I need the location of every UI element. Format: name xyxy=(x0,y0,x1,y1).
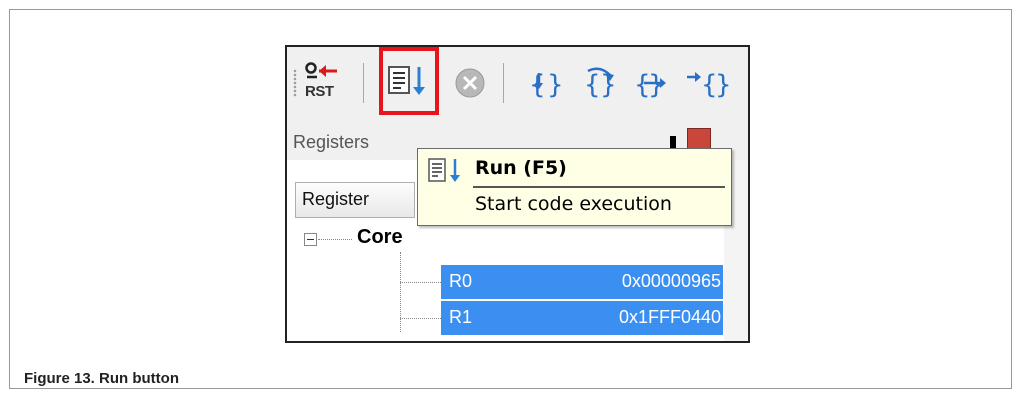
step-into-icon: { } xyxy=(529,70,563,100)
register-name: R0 xyxy=(449,271,473,291)
step-over-icon: { } xyxy=(584,67,617,100)
stop-icon xyxy=(455,68,485,98)
tree-line xyxy=(400,282,441,284)
pin-icon[interactable] xyxy=(670,136,676,148)
tree-line xyxy=(400,252,402,332)
run-button[interactable] xyxy=(379,47,439,115)
ide-screenshot: RST {} {} {} {Registers Register Cor… xyxy=(285,45,750,343)
tooltip-title: Run (F5) xyxy=(475,157,567,179)
column-header-label: Register xyxy=(302,189,370,209)
panel-title: Registers xyxy=(293,132,370,152)
svg-text:}: } xyxy=(715,70,729,100)
tree-line xyxy=(318,239,352,241)
step-into-button[interactable]: { } xyxy=(527,65,563,101)
reset-button[interactable]: RST xyxy=(303,61,345,105)
step-out-button[interactable]: { } xyxy=(632,65,668,101)
tooltip-description: Start code execution xyxy=(475,193,672,215)
svg-text:}: } xyxy=(547,70,563,100)
figure-caption: Figure 13. Run button xyxy=(24,370,179,387)
register-value: 0x00000965 xyxy=(621,271,721,291)
reset-icon xyxy=(305,62,337,79)
collapse-icon[interactable] xyxy=(304,233,317,246)
stop-button[interactable] xyxy=(454,67,486,99)
group-label-core: Core xyxy=(357,226,403,248)
run-to-cursor-icon: { } xyxy=(687,70,729,100)
run-tooltip: Run (F5) Start code execution xyxy=(417,148,732,226)
debug-toolbar: RST {} {} {} { xyxy=(287,47,748,122)
toolbar-grip[interactable] xyxy=(293,69,297,97)
tooltip-divider xyxy=(473,186,725,188)
svg-text:{: { xyxy=(584,70,601,100)
run-icon xyxy=(428,158,460,182)
reset-label: RST xyxy=(305,83,334,100)
step-out-icon: { } xyxy=(634,70,666,100)
run-icon xyxy=(388,66,425,95)
figure-frame: RST {} {} {} {Registers Register Cor… xyxy=(9,9,1012,389)
tree-line xyxy=(400,318,441,320)
run-to-cursor-button[interactable]: { } xyxy=(685,65,729,101)
register-value: 0x1FFF0440 xyxy=(618,307,721,327)
toolbar-separator xyxy=(503,63,504,103)
table-row[interactable]: R1 0x1FFF0440 xyxy=(441,301,723,335)
toolbar-separator xyxy=(363,63,364,103)
column-header-register[interactable]: Register xyxy=(295,182,415,218)
register-name: R1 xyxy=(449,307,473,327)
step-over-button[interactable]: { } xyxy=(582,65,618,101)
close-icon[interactable] xyxy=(687,128,711,150)
table-row[interactable]: R0 0x00000965 xyxy=(441,265,723,299)
